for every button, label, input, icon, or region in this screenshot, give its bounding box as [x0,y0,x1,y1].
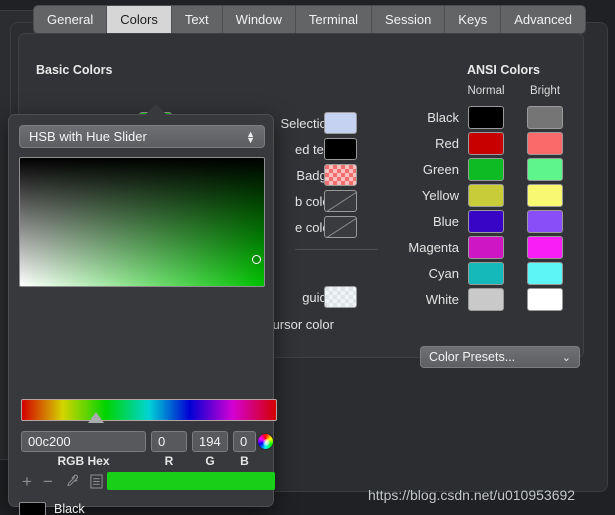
blue-input[interactable]: 0 [233,431,256,452]
sv-selector-dot[interactable] [252,255,261,264]
picker-mode-label: HSB with Hue Slider [29,129,147,144]
ansi-label-red: Red [435,136,459,151]
hex-caption: RGB Hex [57,454,110,468]
underline-color-swatch[interactable] [324,216,357,238]
ansi-swatch-cyan-bright[interactable] [527,262,563,285]
ansi-swatch-white-normal[interactable] [468,288,504,311]
selection-color-swatch[interactable] [324,112,357,134]
ansi-swatch-red-normal[interactable] [468,132,504,155]
list-item-swatch [19,501,46,515]
hue-slider-thumb[interactable] [88,412,104,423]
blue-input-value: 0 [240,434,248,449]
red-caption: R [164,454,174,468]
section-divider [295,249,378,250]
current-color-bar[interactable] [107,472,275,490]
ansi-column-bright-header: Bright [529,85,561,97]
red-input[interactable]: 0 [151,431,187,452]
tab-advanced[interactable]: Advanced [501,6,585,33]
eyedropper-icon[interactable] [64,474,79,489]
list-options-icon[interactable] [90,474,103,489]
green-caption: G [205,454,215,468]
saturation-brightness-area[interactable] [19,157,265,287]
tab-keys[interactable]: Keys [445,6,502,33]
ansi-swatch-blue-normal[interactable] [468,210,504,233]
ansi-swatch-green-bright[interactable] [527,158,563,181]
ansi-label-green: Green [422,162,459,177]
popover-arrow [144,103,168,116]
tab-colors[interactable]: Colors [107,6,172,33]
picker-mode-select[interactable]: HSB with Hue Slider ▲ ▼ [19,125,265,148]
selected-text-color-swatch[interactable] [324,138,357,160]
chevron-down-icon: ⌄ [561,351,571,364]
badge-color-swatch[interactable] [324,164,357,186]
color-presets-dropdown[interactable]: Color Presets... ⌄ [420,346,580,368]
tab-color-swatch[interactable] [324,190,357,212]
ansi-column-normal-header: Normal [467,85,505,97]
ansi-label-white: White [425,292,459,307]
green-input-value: 194 [199,434,221,449]
list-item-label: Black [54,501,85,515]
color-picker-popover: HSB with Hue Slider ▲ ▼ 00c200 0 194 0 RG… [8,103,277,515]
ansi-swatch-magenta-bright[interactable] [527,236,563,259]
ansi-swatch-green-normal[interactable] [468,158,504,181]
ansi-swatch-white-bright[interactable] [527,288,563,311]
ansi-swatch-cyan-normal[interactable] [468,262,504,285]
color-presets-label: Color Presets... [429,350,516,364]
color-wheel-icon[interactable] [257,433,274,450]
tab-window[interactable]: Window [223,6,296,33]
picker-toolbar: + − [22,473,103,490]
tab-session[interactable]: Session [372,6,446,33]
ansi-swatch-yellow-bright[interactable] [527,184,563,207]
named-color-list[interactable]: Black10% Gray20% Gray30% Gray40% Gray50%… [19,499,269,515]
ansi-label-magenta: Magenta [408,240,459,255]
ansi-swatch-red-bright[interactable] [527,132,563,155]
ansi-label-blue: Blue [432,214,459,229]
stepper-updown-icon: ▲ ▼ [246,128,255,145]
screen: General Colors Text Window Terminal Session Ke… [0,0,615,515]
tab-text[interactable]: Text [172,6,223,33]
ansi-swatch-magenta-normal[interactable] [468,236,504,259]
add-color-button[interactable]: + [22,473,32,490]
ansi-swatch-blue-bright[interactable] [527,210,563,233]
ansi-swatch-black-normal[interactable] [468,106,504,129]
red-input-value: 0 [158,434,166,449]
hue-slider[interactable] [21,399,277,421]
remove-color-button[interactable]: − [43,473,53,490]
ansi-label-cyan: Cyan [428,266,459,281]
list-item[interactable]: Black [19,499,269,515]
basic-colors-heading: Basic Colors [36,63,113,77]
hex-input[interactable]: 00c200 [21,431,146,452]
hex-input-value: 00c200 [28,434,71,449]
tab-general[interactable]: General [34,6,108,33]
watermark-text: https://blog.csdn.net/u010953692 [368,487,576,503]
ansi-swatch-black-bright[interactable] [527,106,563,129]
ansi-colors-heading: ANSI Colors [467,63,540,77]
cursor-guide-color-swatch[interactable] [324,286,357,308]
green-input[interactable]: 194 [192,431,228,452]
preferences-tabbar[interactable]: General Colors Text Window Terminal Session Ke… [33,5,587,34]
ansi-swatch-yellow-normal[interactable] [468,184,504,207]
tab-terminal[interactable]: Terminal [296,6,373,33]
blue-caption: B [240,454,249,468]
ansi-label-black: Black [427,110,459,125]
ansi-label-yellow: Yellow [421,188,459,203]
